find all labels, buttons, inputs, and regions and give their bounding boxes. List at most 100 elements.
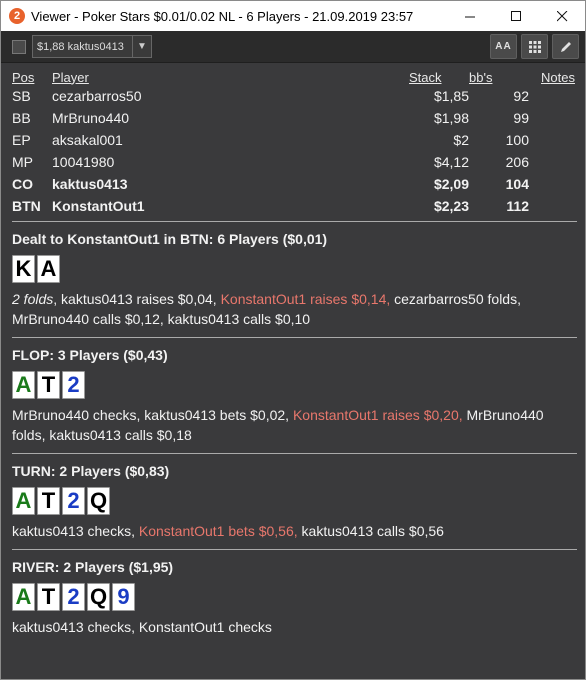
player-name[interactable]: KonstantOut1 (52, 195, 409, 217)
hand-select-value: $1,88 kaktus0413 (37, 40, 124, 53)
player-name[interactable]: aksakal001 (52, 129, 409, 151)
playing-card: Q (87, 583, 110, 611)
minimize-button[interactable] (447, 1, 493, 31)
player-stack: $2,23 (433, 198, 469, 214)
action-text: kaktus0413 checks, KonstantOut1 checks (12, 619, 272, 635)
street-title: FLOP: 3 Players ($0,43) (12, 347, 168, 363)
street-actions: MrBruno440 checks, kaktus0413 bets $0,02… (12, 405, 577, 445)
street-actions: kaktus0413 checks, KonstantOut1 checks (12, 617, 577, 637)
player-pos: BTN (12, 198, 41, 214)
player-pos: BB (12, 110, 31, 126)
playing-card: Q (87, 487, 110, 515)
player-stack: $1,98 (433, 110, 469, 126)
player-stack: $1,85 (433, 88, 469, 104)
playing-card: K (12, 255, 35, 283)
player-name[interactable]: MrBruno440 (52, 107, 409, 129)
street-actions: kaktus0413 checks, KonstantOut1 bets $0,… (12, 521, 577, 541)
minimize-icon (464, 16, 475, 17)
col-header-stack[interactable]: Stack (409, 67, 469, 85)
font-size-button[interactable]: AA (490, 34, 517, 59)
player-name[interactable]: kaktus0413 (52, 173, 409, 195)
player-row-hero: BTN KonstantOut1 $2,23 112 (12, 195, 577, 217)
action-text: , kaktus0413 raises $0,04, (53, 291, 221, 307)
window-title: Viewer - Poker Stars $0.01/0.02 NL - 6 P… (31, 8, 414, 24)
playing-card: 9 (112, 583, 135, 611)
font-size-icon: AA (495, 41, 512, 52)
player-stack: $2 (453, 132, 469, 148)
player-bbs: 100 (505, 132, 529, 148)
playing-card: T (37, 371, 60, 399)
playing-card: A (37, 255, 60, 283)
player-row: MP 10041980 $4,12 206 (12, 151, 577, 173)
player-row: EP aksakal001 $2 100 (12, 129, 577, 151)
player-bbs: 206 (505, 154, 529, 170)
col-header-player[interactable]: Player (52, 67, 409, 85)
player-bbs: 92 (513, 88, 529, 104)
board-cards: A T 2 Q 9 (12, 583, 577, 611)
street-title: Dealt to KonstantOut1 in BTN: 6 Players … (12, 231, 328, 247)
hand-select[interactable]: $1,88 kaktus0413 ▼ (32, 35, 152, 58)
player-name[interactable]: cezarbarros50 (52, 85, 409, 107)
player-row: SB cezarbarros50 $1,85 92 (12, 85, 577, 107)
player-notes[interactable] (541, 173, 577, 195)
player-pos: SB (12, 88, 31, 104)
playing-card: 2 (62, 371, 85, 399)
col-header-bbs[interactable]: bb's (469, 67, 541, 85)
player-notes[interactable] (541, 195, 577, 217)
grid-icon (528, 40, 541, 53)
street-turn: TURN: 2 Players ($0,83) A T 2 Q kaktus04… (12, 453, 577, 549)
playing-card: T (37, 583, 60, 611)
chevron-down-icon[interactable]: ▼ (132, 36, 151, 57)
app-logo-icon: 2 (9, 8, 25, 24)
col-header-notes[interactable]: Notes (541, 67, 577, 85)
maximize-button[interactable] (493, 1, 539, 31)
player-stack: $4,12 (433, 154, 469, 170)
action-text: MrBruno440 checks, kaktus0413 bets $0,02… (12, 407, 293, 423)
player-pos: EP (12, 132, 31, 148)
action-text: kaktus0413 calls $0,56 (297, 523, 444, 539)
action-text-hero: KonstantOut1 raises $0,20, (292, 407, 463, 423)
playing-card: 2 (62, 583, 85, 611)
player-bbs: 104 (505, 176, 529, 192)
street-title: RIVER: 2 Players ($1,95) (12, 559, 174, 575)
action-text: 2 folds (12, 291, 54, 307)
col-header-pos[interactable]: Pos (12, 67, 52, 85)
player-pos: CO (12, 176, 33, 192)
viewer-window: 2 Viewer - Poker Stars $0.01/0.02 NL - 6… (0, 0, 586, 680)
player-row-hero: CO kaktus0413 $2,09 104 (12, 173, 577, 195)
street-river: RIVER: 2 Players ($1,95) A T 2 Q 9 kaktu… (12, 549, 577, 645)
street-actions: 2 folds, kaktus0413 raises $0,04, Konsta… (12, 289, 577, 329)
players-table: Pos Player Stack bb's Notes SB cezarbarr… (12, 67, 577, 217)
players-header-row: Pos Player Stack bb's Notes (12, 67, 577, 85)
action-text-hero: KonstantOut1 bets $0,56, (138, 523, 298, 539)
player-notes[interactable] (541, 85, 577, 107)
street-flop: FLOP: 3 Players ($0,43) A T 2 MrBruno440… (12, 337, 577, 453)
edit-button[interactable] (552, 34, 579, 59)
hand-checkbox[interactable] (12, 39, 26, 54)
player-bbs: 99 (513, 110, 529, 126)
title-bar[interactable]: 2 Viewer - Poker Stars $0.01/0.02 NL - 6… (1, 1, 585, 31)
player-notes[interactable] (541, 107, 577, 129)
close-icon (556, 10, 567, 21)
pencil-icon (560, 41, 571, 52)
hand-history: Pos Player Stack bb's Notes SB cezarbarr… (1, 67, 585, 645)
player-name[interactable]: 10041980 (52, 151, 409, 173)
player-notes[interactable] (541, 129, 577, 151)
player-row: BB MrBruno440 $1,98 99 (12, 107, 577, 129)
street-preflop: Dealt to KonstantOut1 in BTN: 6 Players … (12, 221, 577, 337)
toolbar: $1,88 kaktus0413 ▼ AA (1, 31, 585, 63)
toolbar-buttons: AA (490, 34, 579, 59)
playing-card: A (12, 371, 35, 399)
close-button[interactable] (539, 1, 585, 31)
player-stack: $2,09 (433, 176, 469, 192)
hole-cards: K A (12, 255, 577, 283)
player-bbs: 112 (506, 198, 529, 214)
playing-card: A (12, 487, 35, 515)
action-text: kaktus0413 checks, (12, 523, 139, 539)
action-text-hero: KonstantOut1 raises $0,14, (220, 291, 391, 307)
playing-card: 2 (62, 487, 85, 515)
playing-card: A (12, 583, 35, 611)
grid-button[interactable] (521, 34, 548, 59)
player-notes[interactable] (541, 151, 577, 173)
player-pos: MP (12, 154, 33, 170)
